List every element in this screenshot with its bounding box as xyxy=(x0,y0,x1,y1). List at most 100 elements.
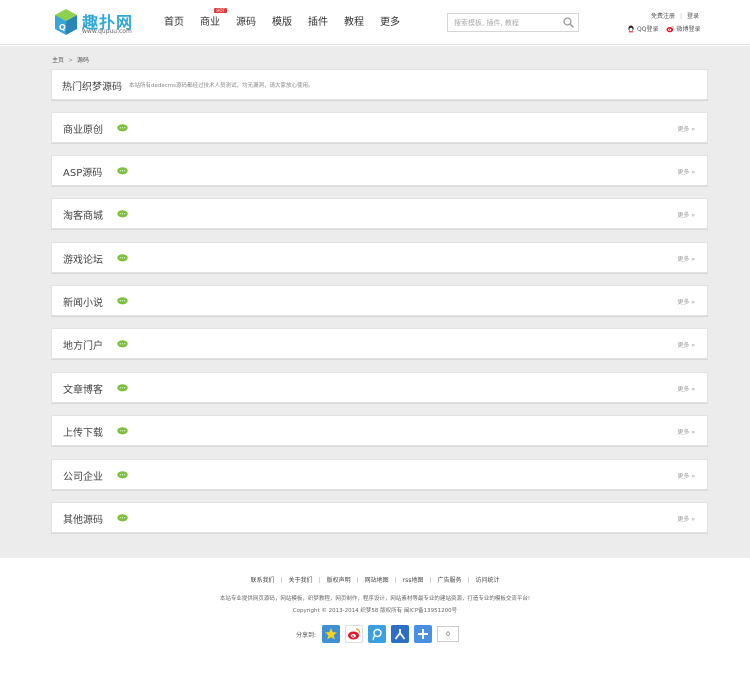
footer-link-ads[interactable]: 广告服务 xyxy=(437,577,461,584)
footer-link-sitemap[interactable]: 网站地图 xyxy=(365,577,389,584)
main-nav: 首页 商业 HOT 源码 模版 插件 教程 更多 xyxy=(156,0,408,45)
footer-description: 本站专业提供网页源码，网站模板，织梦教程，网页制作，程序设计，网站素材等最专业的… xyxy=(219,596,531,602)
nav-source[interactable]: 源码 xyxy=(228,0,264,45)
double-chevron-right-icon: » xyxy=(689,212,695,219)
nav-home[interactable]: 首页 xyxy=(156,0,192,45)
footer-link-copyright[interactable]: 版权声明 xyxy=(327,577,351,584)
category-panel: ASP源码 更多 » xyxy=(51,155,708,186)
more-link[interactable]: 更多 » xyxy=(677,427,695,436)
more-label: 更多 xyxy=(677,212,690,219)
footer-link-contact[interactable]: 联系我们 xyxy=(250,577,274,584)
register-link[interactable]: 免费注册 xyxy=(651,13,675,20)
footer-link-rss[interactable]: rss地图 xyxy=(403,577,424,584)
category-title[interactable]: ASP源码 xyxy=(63,164,102,179)
nav-templates[interactable]: 模版 xyxy=(264,0,300,45)
search-input[interactable] xyxy=(448,14,560,31)
more-label: 更多 xyxy=(677,342,690,349)
category-title[interactable]: 商业原创 xyxy=(63,121,103,136)
search-icon[interactable] xyxy=(562,16,575,29)
breadcrumb-separator: > xyxy=(68,57,74,64)
plus-icon xyxy=(418,629,429,639)
breadcrumb: 主页 > 源码 xyxy=(52,55,89,64)
nav-label: 更多 xyxy=(380,17,400,28)
chat-bubble-icon xyxy=(117,254,128,262)
more-link[interactable]: 更多 » xyxy=(677,340,695,349)
nav-tutorials[interactable]: 教程 xyxy=(336,0,372,45)
footer-link-stats[interactable]: 访问统计 xyxy=(475,577,499,584)
category-title[interactable]: 游戏论坛 xyxy=(63,251,103,266)
intro-description: 本站所有dedecms源码都经过技术人员测试，均无漏洞，请大家放心使用。 xyxy=(129,83,314,89)
double-chevron-right-icon: » xyxy=(689,342,695,349)
more-link[interactable]: 更多 » xyxy=(677,471,695,480)
weibo-icon xyxy=(348,628,361,640)
intro-panel: 热门织梦源码 本站所有dedecms源码都经过技术人员测试，均无漏洞，请大家放心… xyxy=(51,69,708,100)
category-title[interactable]: 淘客商城 xyxy=(63,207,103,222)
category-title[interactable]: 上传下载 xyxy=(63,424,103,439)
weibo-share-icon[interactable] xyxy=(345,625,364,643)
more-link[interactable]: 更多 » xyxy=(677,297,695,306)
more-label: 更多 xyxy=(677,429,690,436)
nav-plugins[interactable]: 插件 xyxy=(300,0,336,45)
share-label: 分享到: xyxy=(296,631,317,639)
chat-bubble-icon xyxy=(117,427,128,435)
more-label: 更多 xyxy=(677,386,690,393)
more-link[interactable]: 更多 » xyxy=(677,254,695,263)
chat-bubble-icon xyxy=(117,124,128,132)
more-label: 更多 xyxy=(677,169,690,176)
site-logo[interactable]: Q 趣扑网 www.qupuu.com xyxy=(54,8,136,38)
more-label: 更多 xyxy=(677,299,690,306)
footer-copyright: Copyright © 2013-2014 织梦58 版权所有 闽ICP备139… xyxy=(292,608,458,614)
share-count: 0 xyxy=(437,626,460,642)
double-chevron-right-icon: » xyxy=(689,256,695,263)
nav-business[interactable]: 商业 HOT xyxy=(192,0,228,45)
more-share-icon[interactable] xyxy=(414,625,433,643)
chat-bubble-icon xyxy=(117,297,128,305)
category-title[interactable]: 地方门户 xyxy=(63,337,103,352)
more-link[interactable]: 更多 » xyxy=(677,514,695,523)
renren-share-icon[interactable] xyxy=(391,625,410,643)
double-chevron-right-icon: » xyxy=(689,299,695,306)
nav-label: 教程 xyxy=(344,17,364,28)
category-panel: 文章博客 更多 » xyxy=(51,372,708,403)
category-panel: 游戏论坛 更多 » xyxy=(51,242,708,273)
more-link[interactable]: 更多 » xyxy=(677,124,695,133)
double-chevron-right-icon: » xyxy=(689,386,695,393)
chat-bubble-icon xyxy=(117,384,128,392)
divider: | xyxy=(356,577,359,584)
category-title[interactable]: 新闻小说 xyxy=(63,294,103,309)
chat-bubble-icon xyxy=(117,471,128,479)
qzone-share-icon[interactable] xyxy=(322,625,341,643)
divider: | xyxy=(394,577,397,584)
nav-label: 商业 xyxy=(200,17,220,28)
category-title[interactable]: 公司企业 xyxy=(63,468,103,483)
category-panel: 新闻小说 更多 » xyxy=(51,285,708,316)
more-link[interactable]: 更多 » xyxy=(677,210,695,219)
weibo-icon xyxy=(666,25,675,32)
renren-icon xyxy=(394,629,406,640)
chat-bubble-icon xyxy=(117,514,128,522)
chat-bubble-icon xyxy=(117,210,128,218)
qq-login-link[interactable]: QQ登录 xyxy=(627,24,658,33)
category-panel: 上传下载 更多 » xyxy=(51,415,708,446)
intro-title: 热门织梦源码 xyxy=(62,82,122,93)
weibo-login-link[interactable]: 微博登录 xyxy=(666,24,700,33)
weibo-login-label: 微博登录 xyxy=(676,26,701,33)
share-bar: 分享到: 0 xyxy=(296,625,460,643)
nav-more[interactable]: 更多 xyxy=(372,0,408,45)
breadcrumb-home[interactable]: 主页 xyxy=(52,57,64,64)
category-title[interactable]: 其他源码 xyxy=(63,511,103,526)
more-link[interactable]: 更多 » xyxy=(677,167,695,176)
tencent-weibo-share-icon[interactable] xyxy=(368,625,387,643)
divider: | xyxy=(680,13,683,20)
footer-link-about[interactable]: 关于我们 xyxy=(289,577,313,584)
double-chevron-right-icon: » xyxy=(689,473,695,480)
tencent-weibo-icon xyxy=(372,628,382,641)
chat-bubble-icon xyxy=(117,340,128,348)
category-title[interactable]: 文章博客 xyxy=(63,381,103,396)
more-label: 更多 xyxy=(677,473,690,480)
logo-url: www.qupuu.com xyxy=(82,28,132,35)
login-link[interactable]: 登录 xyxy=(687,13,699,20)
double-chevron-right-icon: » xyxy=(689,516,695,523)
more-link[interactable]: 更多 » xyxy=(677,384,695,393)
main-content: 主页 > 源码 热门织梦源码 本站所有dedecms源码都经过技术人员测试，均无漏洞… xyxy=(0,46,750,558)
